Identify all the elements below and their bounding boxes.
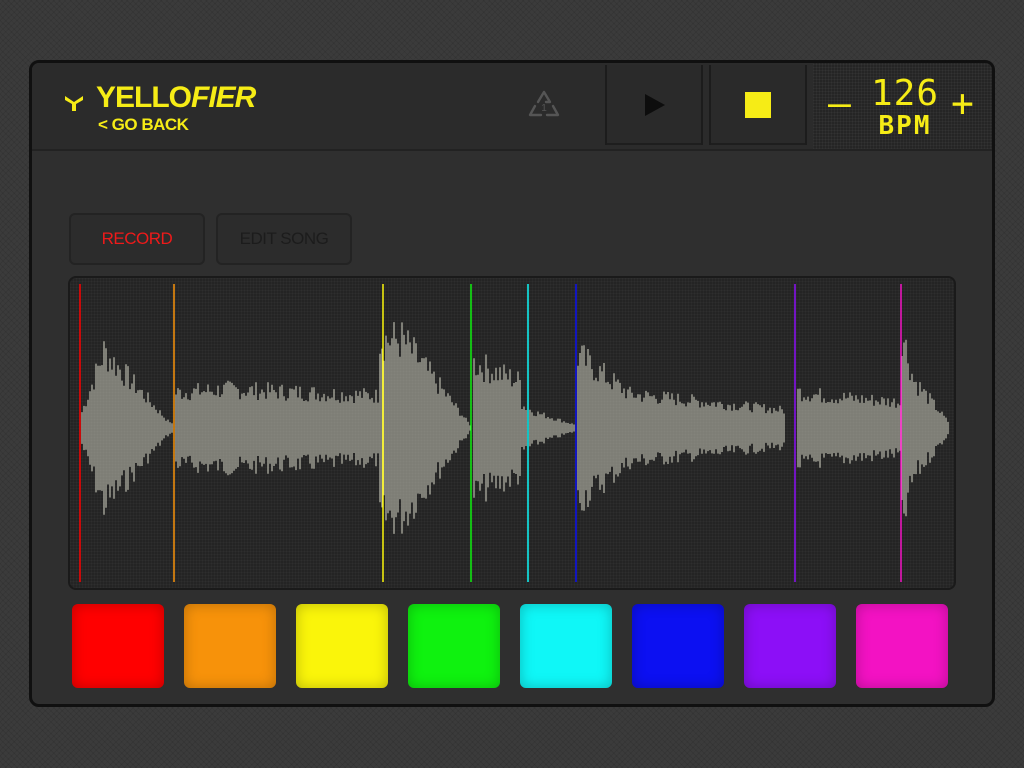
bpm-display: – 126 BPM + <box>813 63 992 149</box>
bpm-decrease-button[interactable]: – <box>828 81 851 125</box>
recycle-badge: 1 <box>541 103 547 114</box>
pad-orange[interactable] <box>184 604 276 688</box>
bpm-value: 126 <box>870 73 940 114</box>
bpm-label: BPM <box>878 111 932 141</box>
pad-purple[interactable] <box>744 604 836 688</box>
yellofier-logo-icon <box>65 96 83 111</box>
go-back-link[interactable]: < GO BACK <box>98 115 189 135</box>
yellofier-window: YELLOFIER < GO BACK 1 – 126 BPM + RECORD… <box>29 60 995 707</box>
pad-yellow[interactable] <box>296 604 388 688</box>
waveform <box>81 322 949 534</box>
stop-icon <box>745 92 771 118</box>
stop-button[interactable] <box>709 65 807 145</box>
pad-blue[interactable] <box>632 604 724 688</box>
pad-green[interactable] <box>408 604 500 688</box>
waveform-display[interactable] <box>70 278 954 588</box>
pad-magenta[interactable] <box>856 604 948 688</box>
top-bar: YELLOFIER < GO BACK 1 – 126 BPM + <box>32 63 992 151</box>
recycle-icon[interactable]: 1 <box>527 88 561 122</box>
play-button[interactable] <box>605 65 703 145</box>
bpm-increase-button[interactable]: + <box>951 81 974 125</box>
pad-red[interactable] <box>72 604 164 688</box>
waveform-panel[interactable] <box>68 276 956 590</box>
tab-record[interactable]: RECORD <box>69 213 205 265</box>
app-title-part1: YELLO <box>96 81 192 114</box>
app-title: YELLOFIER <box>96 81 256 115</box>
app-title-part2: FIER <box>191 81 256 114</box>
pad-cyan[interactable] <box>520 604 612 688</box>
tab-edit-song[interactable]: EDIT SONG <box>216 213 352 265</box>
play-icon <box>645 94 665 116</box>
